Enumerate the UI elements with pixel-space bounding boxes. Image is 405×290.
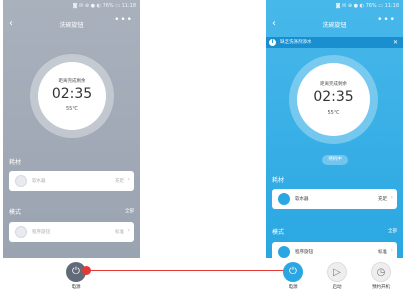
section-mode: 模式 [272,229,285,236]
card-value: 标准 [378,250,387,255]
dial: 距离完成剩余 02:35 55℃ [38,62,106,130]
power-icon: ⏻ [72,266,80,277]
power-icon: ⏻ [289,266,297,277]
section-mode: 模式 [9,209,22,216]
pointer-line [89,270,287,271]
card-program[interactable]: 程序旋钮 标准 › [9,222,134,242]
card-program[interactable]: 程序旋钮 标准 › [272,242,397,258]
start-button[interactable]: ▷ [327,262,347,282]
chevron-right-icon: › [390,247,393,254]
softener-icon [15,175,27,187]
alert-banner: i 缺乏洗涤剂添水 ✕ [266,37,403,48]
status-badge: 待机中 [322,155,348,165]
status-bar: ◙ ✉ ⊕ ● ◐ 76% ▭ 11:18 [335,3,399,9]
alert-text: 缺乏洗涤剂添水 [280,40,312,45]
section-consumables: 耗材 [9,159,22,166]
card-value: 充足 [378,197,387,202]
remaining-time: 02:35 [313,88,354,105]
card-softener[interactable]: 软水器 充足 › [272,189,397,209]
start-label: 启动 [332,285,342,290]
program-icon [15,226,27,238]
phone-screen-before: ◙ ✉ ⊕ ● ◐ 76% ▭ 11:18 ‹ 洗碗旋钮 ••• 距离完成剩余 … [3,0,140,258]
card-title: 软水器 [32,179,46,184]
more-icon[interactable]: ••• [114,15,133,25]
more-icon[interactable]: ••• [377,15,396,25]
power-label: 电源 [71,285,81,290]
schedule-label: 预约开机 [372,285,390,290]
card-value: 标准 [115,230,124,235]
softener-icon [278,193,290,205]
power-button[interactable]: ⏻ [283,262,303,282]
remaining-time: 02:35 [51,85,93,102]
power-label: 电源 [288,285,298,290]
temperature: 55℃ [66,106,78,113]
card-title: 程序旋钮 [295,250,313,255]
mode-all-link[interactable]: 全部 [388,228,397,234]
info-icon: i [269,39,276,46]
chevron-right-icon: › [390,194,393,201]
close-icon[interactable]: ✕ [393,37,398,48]
schedule-button[interactable]: ◷ [371,262,391,282]
chevron-right-icon: › [127,176,130,183]
pointer-dot [82,266,91,275]
card-title: 程序旋钮 [32,230,50,235]
dial: 距离完成剩余 02:35 55℃ [297,63,370,136]
program-icon [278,246,290,258]
temperature: 55℃ [327,110,340,117]
dial-label: 距离完成剩余 [320,81,347,87]
card-softener[interactable]: 软水器 充足 › [9,171,134,191]
card-value: 充足 [115,179,124,184]
dial-ring: 距离完成剩余 02:35 55℃ [289,55,378,144]
mode-all-link[interactable]: 全部 [125,208,134,214]
dial-ring: 距离完成剩余 02:35 55℃ [30,54,114,138]
phone-screen-after: ◙ ✉ ⊕ ● ◐ 76% ▭ 11:18 ‹ 洗碗旋钮 ••• i 缺乏洗涤剂… [266,0,403,258]
chevron-right-icon: › [127,227,130,234]
status-bar: ◙ ✉ ⊕ ● ◐ 76% ▭ 11:18 [72,3,136,9]
dial-label: 距离完成剩余 [58,79,86,85]
section-consumables: 耗材 [272,177,285,184]
card-title: 软水器 [295,197,309,202]
clock-icon: ◷ [376,267,386,278]
play-icon: ▷ [333,267,341,278]
